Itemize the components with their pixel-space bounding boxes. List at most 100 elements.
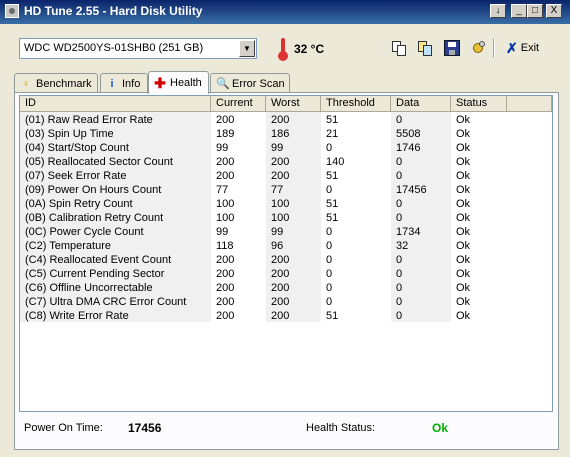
close-button[interactable]: X — [546, 4, 562, 18]
health-cross-icon: ✚ — [154, 74, 166, 91]
table-row[interactable]: (C7) Ultra DMA CRC Error Count 200 200 0 0 Ok — [20, 295, 552, 309]
cell-threshold: 0 — [326, 254, 333, 266]
table-row[interactable]: (04) Start/Stop Count 99 99 0 1746 Ok — [20, 141, 552, 155]
table-row[interactable]: (C5) Current Pending Sector 200 200 0 0 Ok — [20, 267, 552, 281]
cell-worst: 100 — [271, 212, 290, 224]
cell-status: Ok — [456, 226, 471, 238]
column-header-current[interactable]: Current — [211, 96, 266, 112]
cell-current: 100 — [216, 198, 235, 210]
cell-id: (C5) Current Pending Sector — [25, 268, 165, 280]
cell-data: 17456 — [396, 184, 427, 196]
cell-status: Ok — [456, 156, 471, 168]
app-disk-icon[interactable] — [5, 4, 19, 18]
table-row[interactable]: (C8) Write Error Rate 200 200 51 0 Ok — [20, 309, 552, 323]
cell-current: 189 — [216, 128, 235, 140]
cell-id: (C4) Reallocated Event Count — [25, 254, 172, 266]
column-header-threshold[interactable]: Threshold — [321, 96, 391, 112]
table-row[interactable]: (03) Spin Up Time 189 186 21 5508 Ok — [20, 127, 552, 141]
cell-data: 0 — [396, 268, 403, 280]
cell-worst: 200 — [271, 156, 290, 168]
cell-threshold: 51 — [326, 212, 339, 224]
cell-threshold: 51 — [326, 310, 339, 322]
cell-threshold: 140 — [326, 156, 345, 168]
health-status-value: Ok — [432, 421, 449, 435]
table-row[interactable]: (01) Raw Read Error Rate 200 200 51 0 Ok — [20, 113, 552, 127]
cell-worst: 77 — [271, 184, 284, 196]
cell-status: Ok — [456, 240, 471, 252]
cell-id: (07) Seek Error Rate — [25, 170, 127, 182]
table-row[interactable]: (0B) Calibration Retry Count 100 100 51 0 Ok — [20, 211, 552, 225]
cell-worst: 99 — [271, 142, 284, 154]
cell-current: 200 — [216, 254, 235, 266]
minimize-button[interactable]: _ — [511, 4, 527, 18]
window-title: HD Tune 2.55 - Hard Disk Utility — [24, 4, 203, 18]
cell-data: 0 — [396, 114, 403, 126]
cell-threshold: 51 — [326, 198, 339, 210]
column-header-filler — [507, 96, 552, 112]
cell-current: 200 — [216, 170, 235, 182]
cell-current: 200 — [216, 114, 235, 126]
cell-id: (09) Power On Hours Count — [25, 184, 162, 196]
health-status-label: Health Status: — [306, 422, 376, 434]
table-row[interactable]: (05) Reallocated Sector Count 200 200 140 0 O… — [20, 155, 552, 169]
table-row[interactable]: (09) Power On Hours Count 77 77 0 17456 Ok — [20, 183, 552, 197]
cell-data: 5508 — [396, 128, 421, 140]
tab-benchmark[interactable]: ♀ Benchmark — [14, 73, 98, 93]
cell-data: 0 — [396, 310, 403, 322]
tab-health[interactable]: ✚ Health — [148, 71, 209, 94]
tab-info[interactable]: i Info — [100, 73, 148, 93]
cell-threshold: 0 — [326, 296, 333, 308]
cell-id: (04) Start/Stop Count — [25, 142, 129, 154]
cell-status: Ok — [456, 198, 471, 210]
cell-worst: 200 — [271, 170, 290, 182]
cell-data: 0 — [396, 170, 403, 182]
cell-id: (0B) Calibration Retry Count — [25, 212, 164, 224]
cell-data: 0 — [396, 282, 403, 294]
exit-icon: ✗ — [506, 39, 518, 56]
save-icon[interactable] — [444, 40, 460, 56]
chevron-down-icon[interactable]: ▼ — [239, 40, 255, 57]
cell-status: Ok — [456, 282, 471, 294]
cell-status: Ok — [456, 142, 471, 154]
copy-text-icon[interactable] — [391, 40, 407, 56]
cell-worst: 200 — [271, 296, 290, 308]
smart-attributes-table[interactable]: ID Current Worst Threshold Data Status (… — [19, 95, 553, 412]
table-row[interactable]: (C6) Offline Uncorrectable 200 200 0 0 Ok — [20, 281, 552, 295]
cell-threshold: 0 — [326, 142, 333, 154]
table-row[interactable]: (C2) Temperature 118 96 0 32 Ok — [20, 239, 552, 253]
tab-error-scan[interactable]: 🔍 Error Scan — [210, 73, 290, 93]
cell-threshold: 0 — [326, 268, 333, 280]
cell-status: Ok — [456, 310, 471, 322]
cell-id: (C7) Ultra DMA CRC Error Count — [25, 296, 187, 308]
drive-select-value: WDC WD2500YS-01SHB0 (251 GB) — [24, 42, 204, 54]
cell-worst: 96 — [271, 240, 284, 252]
table-row[interactable]: (07) Seek Error Rate 200 200 51 0 Ok — [20, 169, 552, 183]
cell-worst: 200 — [271, 268, 290, 280]
exit-button[interactable]: ✗ Exit — [506, 38, 539, 58]
cell-current: 200 — [216, 296, 235, 308]
options-icon[interactable] — [471, 40, 487, 56]
column-header-data[interactable]: Data — [391, 96, 451, 112]
cell-status: Ok — [456, 114, 471, 126]
cell-current: 200 — [216, 156, 235, 168]
table-row[interactable]: (0C) Power Cycle Count 99 99 0 1734 Ok — [20, 225, 552, 239]
maximize-button[interactable]: □ — [527, 4, 543, 18]
cell-current: 200 — [216, 282, 235, 294]
drive-select[interactable]: WDC WD2500YS-01SHB0 (251 GB) ▼ — [19, 38, 257, 59]
cell-current: 99 — [216, 226, 229, 238]
table-row[interactable]: (C4) Reallocated Event Count 200 200 0 0 Ok — [20, 253, 552, 267]
cell-status: Ok — [456, 212, 471, 224]
column-header-worst[interactable]: Worst — [266, 96, 321, 112]
download-icon[interactable]: ↓ — [490, 4, 506, 18]
cell-worst: 200 — [271, 254, 290, 266]
cell-id: (C6) Offline Uncorrectable — [25, 282, 153, 294]
cell-status: Ok — [456, 268, 471, 280]
column-header-status[interactable]: Status — [451, 96, 507, 112]
table-row[interactable]: (0A) Spin Retry Count 100 100 51 0 Ok — [20, 197, 552, 211]
copy-screenshot-icon[interactable] — [417, 40, 433, 56]
cell-threshold: 0 — [326, 226, 333, 238]
cell-status: Ok — [456, 170, 471, 182]
column-header-id[interactable]: ID — [20, 96, 211, 112]
cell-status: Ok — [456, 184, 471, 196]
cell-current: 100 — [216, 212, 235, 224]
